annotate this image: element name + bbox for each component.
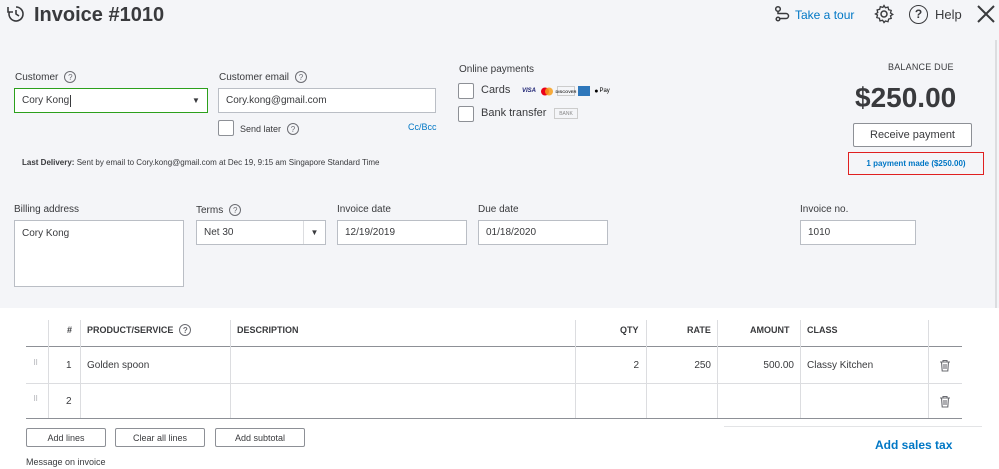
table-bottom-divider [26, 418, 962, 419]
col-header-class: CLASS [807, 325, 838, 335]
help-icon: ? [909, 4, 928, 24]
customer-label-wrap: Customer ? [15, 71, 77, 83]
tour-icon [773, 5, 791, 26]
close-icon[interactable] [975, 3, 997, 25]
chevron-down-icon[interactable]: ▼ [303, 221, 325, 244]
send-later-checkbox[interactable] [218, 120, 234, 136]
question-icon[interactable]: ? [287, 123, 300, 135]
email-label: Customer email [219, 71, 290, 83]
take-tour-label: Take a tour [795, 8, 855, 22]
col-header-qty: QTY [620, 325, 639, 335]
drag-handle-icon[interactable]: ⠿ [33, 396, 41, 406]
gear-icon[interactable] [874, 4, 895, 24]
add-sales-tax-link[interactable]: Add sales tax [875, 438, 952, 452]
row-num: 1 [66, 360, 72, 371]
email-value: Cory.kong@gmail.com [226, 95, 327, 106]
due-date-value: 01/18/2020 [486, 227, 537, 238]
send-later-label: Send later [240, 124, 282, 134]
balance-due-label: BALANCE DUE [888, 62, 954, 72]
invoice-no-value: 1010 [808, 227, 831, 238]
invoice-date-field[interactable]: 12/19/2019 [337, 220, 467, 245]
balance-due-amount: $250.00 [855, 82, 957, 113]
help-label: Help [935, 6, 962, 22]
add-lines-button[interactable]: Add lines [26, 428, 106, 447]
take-tour-link[interactable]: Take a tour [773, 5, 855, 26]
due-date-field[interactable]: 01/18/2020 [478, 220, 608, 245]
message-on-invoice-label: Message on invoice [26, 457, 106, 467]
col-header-num: # [67, 325, 73, 335]
due-date-label: Due date [478, 204, 519, 215]
apple-pay-icon: ● Pay [594, 87, 610, 95]
bank-transfer-label: Bank transfer [481, 107, 547, 119]
row-product[interactable]: Golden spoon [87, 360, 149, 371]
email-label-wrap: Customer email ? [219, 71, 308, 83]
bank-icon: BANK [554, 108, 578, 119]
payment-made-link[interactable]: 1 payment made ($250.00) [848, 152, 984, 175]
send-later-wrap: Send later ? [240, 123, 300, 135]
billing-address-value: Cory Kong [22, 228, 70, 239]
header: Invoice #1010 Take a tour ? Help [0, 0, 999, 32]
column-divider [48, 320, 49, 418]
header-divider [26, 346, 962, 347]
col-header-product-wrap: PRODUCT/SERVICE ? [87, 324, 192, 336]
customer-label: Customer [15, 71, 59, 83]
question-icon[interactable]: ? [295, 71, 308, 83]
billing-address-label: Billing address [14, 204, 80, 215]
col-header-rate: RATE [687, 325, 711, 335]
help-button[interactable]: ? Help [909, 4, 962, 24]
terms-label: Terms [196, 204, 224, 216]
apple-pay-label: Pay [599, 88, 610, 94]
clear-all-lines-button[interactable]: Clear all lines [115, 428, 205, 447]
recent-transactions-icon[interactable] [6, 4, 26, 24]
email-field[interactable]: Cory.kong@gmail.com [218, 88, 436, 113]
row-class[interactable]: Classy Kitchen [807, 360, 873, 371]
cards-checkbox[interactable] [458, 83, 474, 99]
customer-value: Cory Kong [22, 95, 70, 106]
receive-payment-button[interactable]: Receive payment [853, 123, 972, 147]
cards-label: Cards [481, 84, 511, 96]
customer-select[interactable]: Cory Kong ▼ [14, 88, 208, 113]
question-icon[interactable]: ? [179, 324, 192, 336]
last-delivery-text: Sent by email to Cory.kong@gmail.com at … [76, 158, 380, 167]
invoice-date-label: Invoice date [337, 204, 391, 215]
discover-icon: DISCOVER [556, 86, 576, 96]
mastercard-icon [540, 86, 554, 96]
invoice-no-field[interactable]: 1010 [800, 220, 916, 245]
cc-bcc-link[interactable]: Cc/Bcc [408, 122, 437, 132]
terms-value: Net 30 [204, 227, 234, 238]
bank-transfer-checkbox[interactable] [458, 106, 474, 122]
trash-icon[interactable] [939, 359, 951, 372]
last-delivery: Last Delivery: Sent by email to Cory.kon… [22, 158, 380, 167]
invoice-no-label: Invoice no. [800, 204, 849, 215]
card-icons: VISA DISCOVER ● Pay [521, 86, 611, 96]
online-payments-label: Online payments [459, 64, 535, 75]
col-header-product: PRODUCT/SERVICE [87, 325, 174, 335]
amex-icon [578, 86, 590, 96]
totals-divider [724, 426, 982, 427]
col-header-amount: AMOUNT [750, 325, 790, 335]
question-icon[interactable]: ? [64, 71, 77, 83]
chevron-down-icon[interactable]: ▼ [185, 89, 207, 112]
last-delivery-label: Last Delivery: [22, 158, 75, 167]
billing-address-field[interactable]: Cory Kong [14, 220, 184, 287]
add-subtotal-button[interactable]: Add subtotal [215, 428, 305, 447]
row-amount[interactable]: 500.00 [717, 360, 794, 371]
page-title: Invoice #1010 [34, 4, 165, 26]
visa-icon: VISA [521, 88, 536, 94]
row-rate[interactable]: 250 [646, 360, 711, 371]
row-divider [26, 383, 962, 384]
trash-icon[interactable] [939, 395, 951, 408]
drag-handle-icon[interactable]: ⠿ [33, 360, 41, 370]
col-header-description: DESCRIPTION [237, 325, 299, 335]
invoice-date-value: 12/19/2019 [345, 227, 396, 238]
column-divider [800, 320, 801, 418]
row-num: 2 [66, 396, 72, 407]
terms-select[interactable]: Net 30 ▼ [196, 220, 326, 245]
terms-label-wrap: Terms ? [196, 204, 242, 216]
column-divider [928, 320, 929, 418]
column-divider [80, 320, 81, 418]
question-icon[interactable]: ? [229, 204, 242, 216]
row-qty[interactable]: 2 [575, 360, 639, 371]
column-divider [230, 320, 231, 418]
